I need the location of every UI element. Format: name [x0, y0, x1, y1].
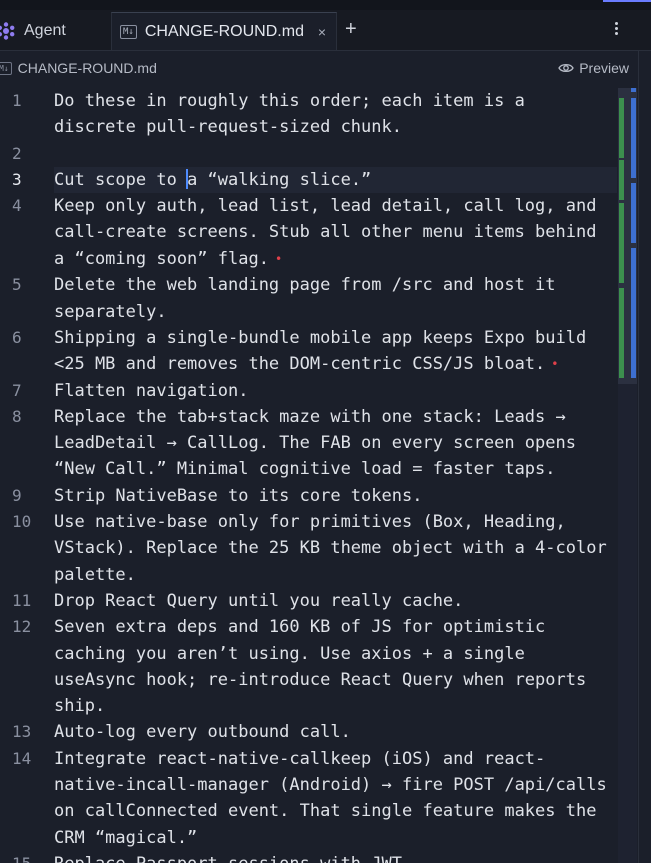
- accent-line: [603, 0, 651, 2]
- editor-line[interactable]: 9 Strip NativeBase to its core tokens.: [0, 483, 617, 509]
- line-number: 8: [12, 406, 22, 426]
- editor-line[interactable]: 13 Auto-log every outbound call.: [0, 719, 617, 745]
- line-text[interactable]: Integrate react-native-callkeep (iOS) an…: [54, 746, 617, 851]
- editor-line[interactable]: 3 Cut scope to a “walking slice.”: [0, 166, 617, 194]
- line-content: Integrate react-native-callkeep (iOS) an…: [54, 748, 617, 848]
- line-text[interactable]: Do these in roughly this order; each ite…: [54, 88, 617, 141]
- line-number: 12: [12, 617, 32, 637]
- editor-line[interactable]: 1 Do these in roughly this order; each it…: [0, 88, 617, 141]
- agent-icon: [0, 22, 15, 40]
- line-text[interactable]: Flatten navigation.: [54, 378, 617, 404]
- editor-line[interactable]: 2: [0, 141, 617, 167]
- editor-line[interactable]: 5 Delete the web landing page from /src a…: [0, 272, 617, 325]
- line-text[interactable]: Delete the web landing page from /src an…: [54, 272, 617, 325]
- scrollbar-change-marker: [631, 308, 636, 378]
- editor-line[interactable]: 11 Drop React Query until you really cach…: [0, 588, 617, 614]
- change-marker-dot: •: [551, 357, 559, 372]
- line-content: Keep only auth, lead list, lead detail, …: [54, 196, 607, 269]
- eye-icon: [558, 63, 574, 73]
- line-text[interactable]: [54, 141, 617, 167]
- line-content: Flatten navigation.: [54, 380, 249, 401]
- line-content: Delete the web landing page from /src an…: [54, 275, 566, 322]
- line-text[interactable]: Cut scope to a “walking slice.”: [54, 166, 617, 194]
- tab-file-label: CHANGE-ROUND.md: [144, 22, 304, 40]
- editor-line[interactable]: 12 Seven extra deps and 160 KB of JS for …: [0, 614, 617, 719]
- editor-line[interactable]: 4 Keep only auth, lead list, lead detail,…: [0, 193, 617, 272]
- line-number: 4: [12, 196, 22, 216]
- line-content: [54, 144, 64, 164]
- editor-line[interactable]: 15Replace Passport sessions with JWT.: [0, 851, 617, 863]
- editor-divider: [638, 50, 639, 863]
- line-number: 15: [0, 851, 54, 863]
- change-marker-dot: •: [274, 251, 283, 266]
- editor-line[interactable]: 7 Flatten navigation.: [0, 378, 617, 404]
- scrollbar-change-marker: [619, 288, 624, 378]
- line-text[interactable]: Shipping a single-bundle mobile app keep…: [54, 325, 617, 378]
- line-content: Strip NativeBase to its core tokens.: [54, 485, 423, 506]
- line-number: 7: [12, 380, 22, 400]
- scrollbar-change-marker: [631, 98, 636, 178]
- tab-agent[interactable]: Agent: [0, 12, 110, 50]
- line-text[interactable]: Auto-log every outbound call.: [54, 719, 617, 745]
- line-number: 2: [12, 143, 22, 163]
- preview-button[interactable]: Preview: [558, 60, 629, 76]
- new-tab-button[interactable]: +: [345, 18, 357, 41]
- editor[interactable]: 1 Do these in roughly this order; each it…: [0, 88, 617, 863]
- tab-agent-label: Agent: [24, 22, 66, 39]
- line-content: Replace the tab+stack maze with one stac…: [54, 406, 587, 480]
- line-number: 5: [12, 275, 22, 295]
- line-number: 10: [12, 512, 32, 532]
- scrollbar-change-marker: [631, 183, 636, 243]
- line-content: Seven extra deps and 160 KB of JS for op…: [54, 617, 597, 717]
- line-content: Drop React Query until you really cache.: [54, 590, 464, 611]
- scrollbar-change-marker: [631, 248, 636, 308]
- scrollbar-change-marker: [619, 203, 624, 283]
- line-number: 1: [12, 91, 22, 110]
- line-text[interactable]: Replace the tab+stack maze with one stac…: [54, 404, 617, 483]
- editor-line[interactable]: 6 Shipping a single-bundle mobile app kee…: [0, 325, 617, 378]
- line-text[interactable]: Keep only auth, lead list, lead detail, …: [54, 193, 617, 272]
- markdown-icon: M↓: [0, 61, 12, 75]
- title-strip: [0, 0, 651, 10]
- close-icon[interactable]: ×: [318, 24, 326, 40]
- line-text[interactable]: Use native-base only for primitives (Box…: [54, 509, 617, 588]
- line-number: 3: [12, 169, 22, 189]
- editor-line[interactable]: 10 Use native-base only for primitives (B…: [0, 509, 617, 588]
- preview-label: Preview: [579, 60, 629, 76]
- editor-line[interactable]: 14 Integrate react-native-callkeep (iOS) …: [0, 746, 617, 851]
- line-content: Use native-base only for primitives (Box…: [54, 512, 617, 585]
- editor-line[interactable]: 8 Replace the tab+stack maze with one sta…: [0, 404, 617, 483]
- line-content: Do these in roughly this order; each ite…: [54, 91, 536, 138]
- line-number: 9: [12, 485, 22, 505]
- tab-bar: Agent M↓ CHANGE-ROUND.md × +: [0, 0, 651, 51]
- line-content: Cut scope to a “walking slice.”: [54, 168, 372, 190]
- scrollbar-change-marker: [619, 160, 624, 200]
- line-number: 14: [12, 748, 32, 768]
- line-number: 13: [12, 722, 32, 742]
- editor-scrollbar[interactable]: [618, 88, 637, 863]
- line-text[interactable]: Seven extra deps and 160 KB of JS for op…: [54, 614, 617, 719]
- line-text[interactable]: Replace Passport sessions with JWT.: [54, 851, 617, 863]
- tab-change-round[interactable]: M↓ CHANGE-ROUND.md ×: [111, 12, 337, 50]
- scrollbar-change-marker: [619, 98, 624, 158]
- breadcrumb-file[interactable]: CHANGE-ROUND.md: [18, 60, 157, 76]
- line-content: Replace Passport sessions with JWT.: [54, 854, 412, 863]
- more-options-icon[interactable]: [608, 20, 624, 40]
- breadcrumb: M↓ CHANGE-ROUND.md Preview: [0, 51, 638, 85]
- line-content: Shipping a single-bundle mobile app keep…: [54, 327, 597, 375]
- markdown-icon: M↓: [120, 24, 137, 39]
- line-number: 6: [12, 327, 22, 347]
- line-text[interactable]: Drop React Query until you really cache.: [54, 588, 617, 614]
- line-text[interactable]: Strip NativeBase to its core tokens.: [54, 483, 617, 509]
- text-cursor: [186, 168, 189, 189]
- line-number: 11: [12, 590, 32, 610]
- line-content: Auto-log every outbound call.: [54, 722, 351, 743]
- scrollbar-change-marker: [631, 88, 636, 92]
